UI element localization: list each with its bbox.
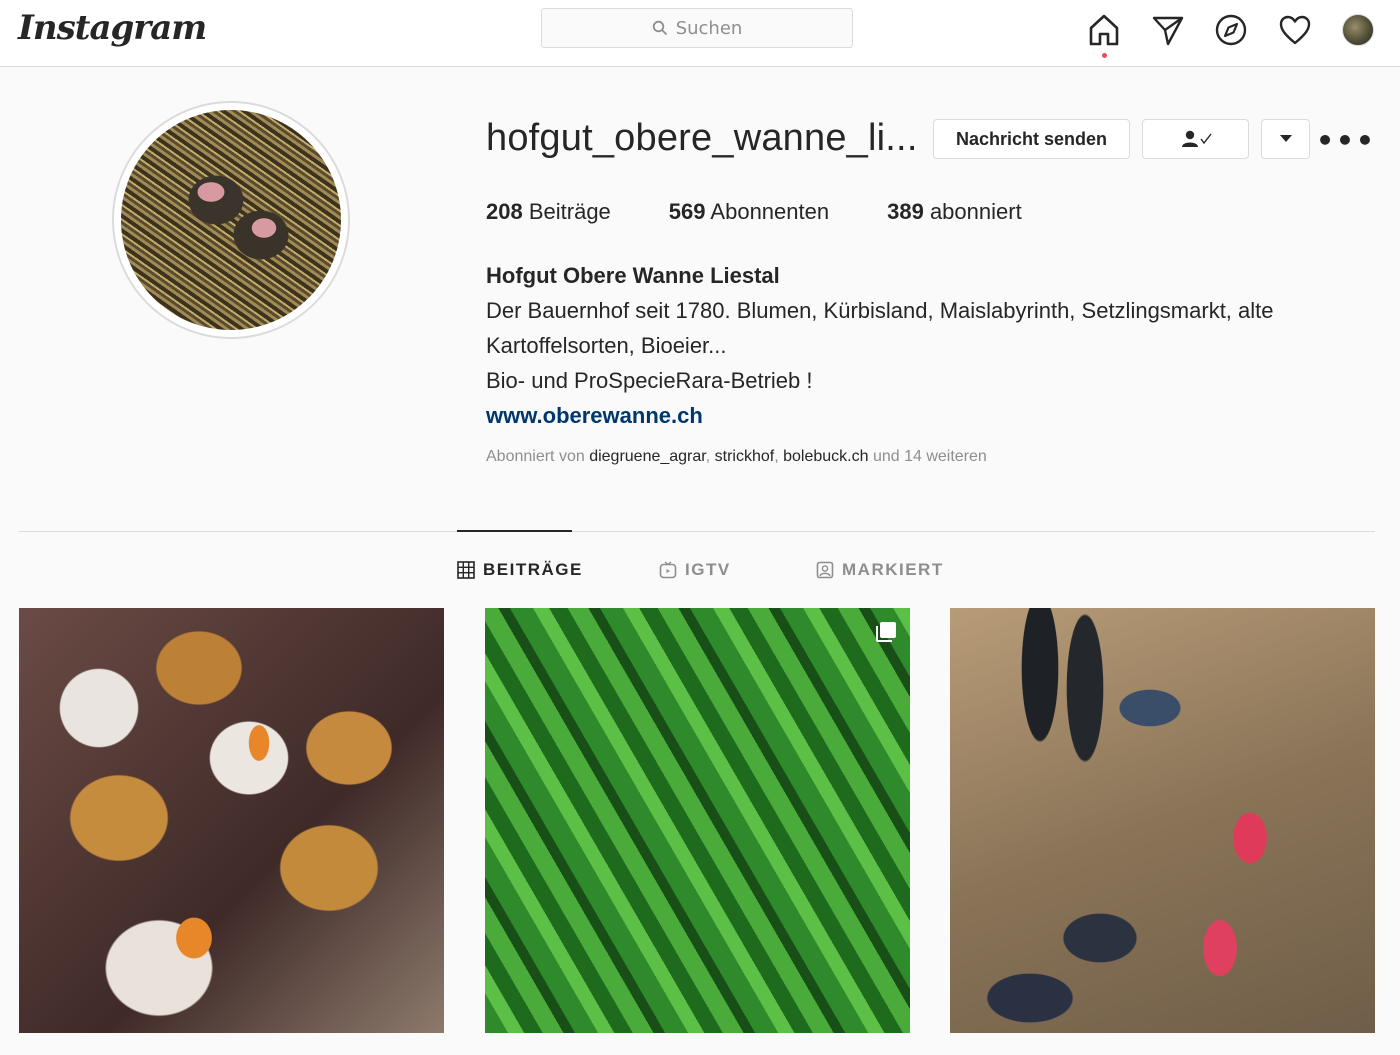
tab-tagged-label: MARKIERT bbox=[842, 560, 944, 579]
followed-by: Abonniert von diegruene_agrar, strickhof… bbox=[486, 448, 987, 465]
profile-tabs: BEITRÄGE IGTV MARKIERT bbox=[457, 560, 944, 580]
tab-posts-label: BEITRÄGE bbox=[483, 560, 583, 579]
instagram-logo[interactable]: Instagram bbox=[18, 8, 207, 48]
stat-followers[interactable]: 569 Abonnenten bbox=[669, 199, 829, 225]
following-person-check-icon bbox=[1181, 130, 1212, 147]
profile-avatar bbox=[1342, 14, 1374, 46]
explore-button[interactable] bbox=[1211, 10, 1251, 50]
tab-tagged[interactable]: MARKIERT bbox=[816, 560, 944, 580]
stat-following-label: abonniert bbox=[929, 199, 1022, 224]
profile-bio: Hofgut Obere Wanne Liestal Der Bauernhof… bbox=[486, 258, 1346, 433]
profile-website-link[interactable]: www.oberewanne.ch bbox=[486, 398, 1346, 433]
post-thumbnail[interactable] bbox=[485, 608, 910, 1033]
nav-icons bbox=[1084, 10, 1378, 58]
send-message-button[interactable]: Nachricht senden bbox=[933, 119, 1130, 159]
activity-button[interactable] bbox=[1275, 10, 1315, 50]
followed-by-prefix: Abonniert von bbox=[486, 448, 585, 465]
followed-by-account[interactable]: diegruene_agrar bbox=[589, 448, 706, 465]
tab-igtv-label: IGTV bbox=[685, 560, 731, 579]
top-nav-bar: Instagram Suchen bbox=[0, 0, 1400, 67]
post-thumbnail[interactable] bbox=[950, 608, 1375, 1033]
profile-stats: 208 Beiträge 569 Abonnenten 389 abonnier… bbox=[486, 199, 1080, 225]
followed-by-account[interactable]: strickhof bbox=[715, 448, 775, 465]
search-placeholder: Suchen bbox=[675, 17, 743, 39]
tab-igtv[interactable]: IGTV bbox=[659, 560, 816, 580]
notification-dot bbox=[1102, 53, 1107, 58]
stat-followers-count: 569 bbox=[668, 199, 706, 224]
caret-down-icon bbox=[1279, 135, 1292, 142]
following-button[interactable] bbox=[1142, 119, 1249, 159]
active-tab-indicator bbox=[457, 530, 572, 532]
tabs-divider bbox=[19, 531, 1375, 532]
profile-avatar-large[interactable] bbox=[121, 110, 341, 330]
igtv-icon bbox=[659, 561, 677, 579]
home-button[interactable] bbox=[1084, 10, 1124, 58]
home-icon bbox=[1089, 14, 1119, 46]
followed-by-account[interactable]: bolebuck.ch bbox=[783, 448, 868, 465]
grid-icon bbox=[457, 561, 475, 579]
stat-following-count: 389 bbox=[887, 199, 924, 224]
profile-full-name: Hofgut Obere Wanne Liestal bbox=[486, 263, 780, 288]
stat-posts: 208 Beiträge bbox=[486, 199, 611, 225]
tagged-icon bbox=[816, 561, 834, 579]
stat-posts-label: Beiträge bbox=[528, 199, 611, 224]
activity-heart-icon bbox=[1279, 15, 1310, 45]
tab-posts[interactable]: BEITRÄGE bbox=[457, 560, 659, 580]
explore-icon bbox=[1215, 14, 1247, 46]
stat-followers-label: Abonnenten bbox=[710, 199, 830, 224]
more-options-button[interactable]: ••• bbox=[1316, 124, 1374, 157]
suggestions-dropdown-button[interactable] bbox=[1261, 119, 1310, 159]
search-icon bbox=[652, 20, 667, 36]
direct-icon bbox=[1152, 16, 1183, 46]
search-input[interactable]: Suchen bbox=[541, 8, 853, 48]
profile-button[interactable] bbox=[1338, 10, 1378, 50]
stat-posts-count: 208 bbox=[486, 199, 523, 224]
bio-line-2: Kartoffelsorten, Bioeier... bbox=[486, 333, 727, 358]
followed-by-suffix[interactable]: und 14 weiteren bbox=[873, 448, 987, 465]
profile-username: hofgut_obere_wanne_li... bbox=[486, 117, 918, 159]
carousel-icon bbox=[876, 622, 896, 642]
direct-button[interactable] bbox=[1148, 10, 1188, 50]
bio-line-1: Der Bauernhof seit 1780. Blumen, Kürbisl… bbox=[486, 298, 1274, 323]
post-thumbnail[interactable] bbox=[19, 608, 444, 1033]
stat-following[interactable]: 389 abonniert bbox=[887, 199, 1022, 225]
bio-line-3: Bio- und ProSpecieRara-Betrieb ! bbox=[486, 368, 813, 393]
